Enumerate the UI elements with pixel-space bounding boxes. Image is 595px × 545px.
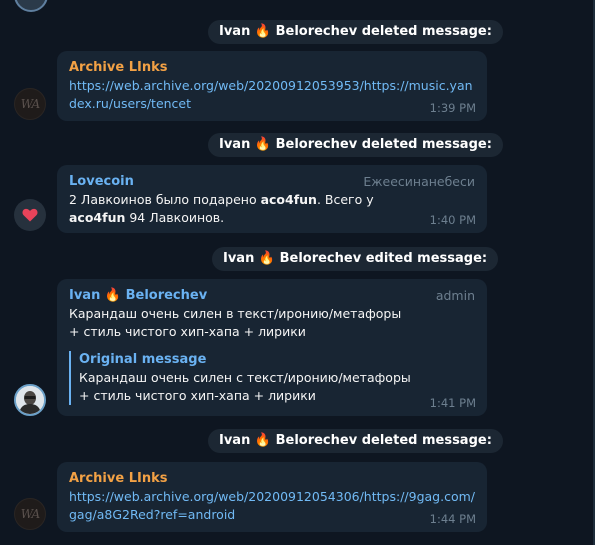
text-segment: 2 Лавкоинов было подарено bbox=[69, 192, 261, 207]
quote-title: Original message bbox=[79, 352, 207, 367]
previous-avatar[interactable] bbox=[14, 0, 48, 12]
service-name-last: Belorechev bbox=[271, 433, 358, 448]
service-name: Ivan bbox=[219, 433, 255, 448]
service-action: deleted message: bbox=[357, 24, 492, 39]
avatar-archive-links[interactable]: WA bbox=[14, 88, 46, 120]
message-text: 2 Лавкоинов было подарено aco4fun. Всего… bbox=[69, 191, 414, 227]
service-message-deleted: Ivan 🔥 Belorechev deleted message: bbox=[208, 133, 503, 157]
message-time: 1:40 PM bbox=[429, 213, 476, 227]
service-name-last: Belorechev bbox=[271, 24, 358, 39]
service-name-last: Belorechev bbox=[275, 251, 362, 266]
username: aco4fun bbox=[69, 210, 126, 225]
service-action: edited message: bbox=[361, 251, 488, 266]
sender-title: admin bbox=[435, 288, 475, 303]
message-bubble[interactable]: Archive LInks https://web.archive.org/we… bbox=[57, 462, 487, 532]
message-time: 1:41 PM bbox=[429, 396, 476, 410]
service-message-deleted: Ivan 🔥 Belorechev deleted message: bbox=[208, 429, 503, 453]
fire-emoji: 🔥 bbox=[254, 24, 272, 39]
message-sender[interactable]: Ivan 🔥 Belorechev bbox=[69, 287, 475, 305]
fire-emoji: 🔥 bbox=[104, 288, 122, 303]
text-segment: 94 Лавкоинов. bbox=[125, 210, 225, 225]
message-text: Карандаш очень силен в текст/иронию/мета… bbox=[69, 306, 402, 339]
sender-name: Ivan bbox=[69, 288, 105, 303]
service-action: deleted message: bbox=[357, 433, 492, 448]
username: aco4fun bbox=[260, 192, 317, 207]
message-time: 1:44 PM bbox=[429, 512, 476, 526]
message-sender[interactable]: Archive LInks bbox=[69, 470, 475, 488]
service-message-deleted: Ivan 🔥 Belorechev deleted message: bbox=[208, 20, 503, 44]
message-time: 1:39 PM bbox=[429, 101, 476, 115]
text-segment: . Всего у bbox=[316, 192, 374, 207]
quote-text: Карандаш очень силен с текст/иронию/мета… bbox=[79, 370, 411, 403]
message-link[interactable]: https://web.archive.org/web/202009120543… bbox=[69, 488, 479, 524]
fire-emoji: 🔥 bbox=[254, 433, 272, 448]
sender-name-last: Belorechev bbox=[121, 288, 208, 303]
original-message-quote[interactable]: Original message Карандаш очень силен с … bbox=[69, 351, 469, 405]
message-sender[interactable]: Archive LInks bbox=[69, 59, 475, 77]
user-photo bbox=[16, 386, 44, 414]
service-name: Ivan bbox=[223, 251, 259, 266]
avatar-ivan-belorechev[interactable] bbox=[14, 384, 46, 416]
avatar-lovecoin[interactable] bbox=[14, 199, 46, 231]
fire-emoji: 🔥 bbox=[258, 251, 276, 266]
avatar-archive-links[interactable]: WA bbox=[14, 498, 46, 530]
message-link[interactable]: https://web.archive.org/web/202009120539… bbox=[69, 77, 479, 113]
service-name: Ivan bbox=[219, 24, 255, 39]
heart-icon bbox=[22, 208, 38, 222]
service-name: Ivan bbox=[219, 137, 255, 152]
service-name-last: Belorechev bbox=[271, 137, 358, 152]
message-bubble[interactable]: Archive LInks https://web.archive.org/we… bbox=[57, 51, 487, 121]
message-bubble[interactable]: Lovecoin Ежеесинанебеси 2 Лавкоинов было… bbox=[57, 165, 487, 233]
fire-emoji: 🔥 bbox=[254, 137, 272, 152]
service-action: deleted message: bbox=[357, 137, 492, 152]
message-bubble[interactable]: Ivan 🔥 Belorechev admin Карандаш очень с… bbox=[57, 279, 487, 416]
sender-title: Ежеесинанебеси bbox=[363, 174, 475, 189]
avatar-initials: WA bbox=[20, 97, 40, 111]
service-message-edited: Ivan 🔥 Belorechev edited message: bbox=[212, 247, 499, 271]
avatar-initials: WA bbox=[20, 507, 40, 521]
